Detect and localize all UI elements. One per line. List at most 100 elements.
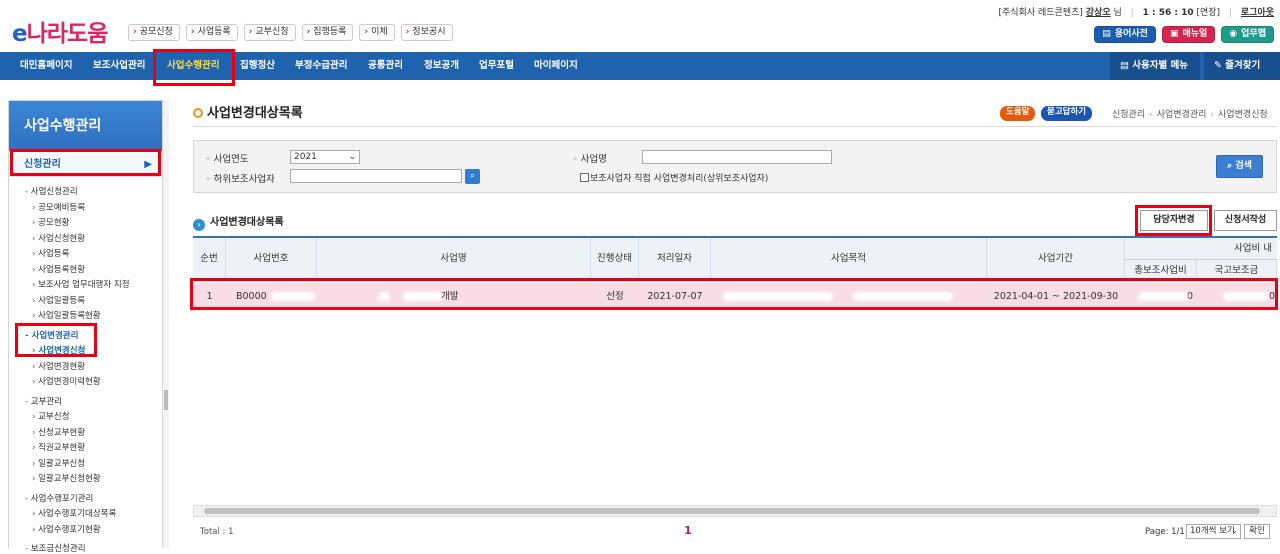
page-title: 사업변경대상목록 (193, 102, 303, 121)
tree-item[interactable]: 사업수행포기대상목록 (32, 507, 116, 519)
col-header-national[interactable]: 국고보조금 (1197, 260, 1277, 282)
lnb-title: 사업수행관리 (9, 101, 162, 151)
tree-item[interactable]: 사업일괄등록현황 (32, 309, 101, 321)
breadcrumb-item[interactable]: 사업변경신청 (1218, 110, 1268, 120)
tree-item[interactable]: 사업신청현황 (32, 232, 85, 244)
breadcrumb: 신청관리 › 사업변경관리 › 사업변경신청 (1112, 110, 1268, 120)
tree-item[interactable]: 일괄교부신청현황 (32, 472, 101, 484)
tree-item[interactable]: 공모현황 (32, 216, 69, 228)
list-title: › 사업변경대상목록 (193, 213, 284, 231)
gnb-business-execution[interactable]: 사업수행관리 (167, 52, 219, 80)
workmap-button[interactable]: ◉ 업무맵 (1221, 26, 1274, 43)
manual-button[interactable]: ▣ 매뉴얼 (1161, 26, 1216, 43)
gnb-subsidy-management[interactable]: 보조사업관리 (93, 52, 145, 80)
gnb-mypage[interactable]: 마이페이지 (534, 52, 578, 80)
write-application-button[interactable]: 신청서작성 (1214, 210, 1277, 231)
col-header-biz-name[interactable]: 사업명 (317, 238, 591, 282)
quick-link-transfer[interactable]: 이체 (359, 24, 395, 41)
tree-group[interactable]: 사업수행포기관리 (25, 492, 94, 504)
biz-name-label: 사업명 (572, 151, 607, 165)
enara-logo[interactable]: e나라도움 (12, 14, 108, 48)
lnb-section-apply[interactable]: 신청관리 ▶ (9, 153, 162, 177)
scroll-thumb[interactable] (164, 390, 168, 410)
quick-link-disclosure[interactable]: 정보공시 (400, 24, 453, 41)
top-header: e나라도움 공모신청 사업등록 교부신청 집행등록 이체 정보공시 [주식회사 … (0, 0, 1280, 52)
quick-link-apply[interactable]: 공모신청 (128, 24, 180, 41)
gnb-work-portal[interactable]: 업무포털 (479, 52, 514, 80)
per-page-select[interactable]: 10개씩 보기 ⌄ (1186, 524, 1241, 539)
user-menu-button[interactable]: ▤ 사용자별 메뉴 (1110, 52, 1200, 80)
left-nav: 사업수행관리 신청관리▶ 사업신청관리공모예비등록공모현황사업신청현황사업등록사… (8, 100, 163, 554)
search-icon[interactable]: ⌕ (465, 169, 480, 184)
col-header-total[interactable]: 총보조사업비 (1125, 260, 1197, 282)
sub-recipient-input[interactable] (290, 169, 462, 183)
location-icon: ◉ (1229, 29, 1238, 39)
total-count: Total : 1 (200, 527, 234, 537)
quick-link-register[interactable]: 사업등록 (185, 24, 238, 41)
col-header-purpose[interactable]: 사업목적 (711, 238, 987, 282)
data-grid: 순번 사업번호 사업명 진행상태 처리일자 사업목적 사업기간 사업비 내 총보… (193, 236, 1277, 504)
year-select[interactable]: 2021 ⌄ (290, 150, 360, 164)
user-suffix: 님 (1113, 8, 1122, 18)
menu-icon: ▤ (1120, 60, 1133, 71)
tree-group[interactable]: 사업신청관리 (25, 185, 78, 197)
checkbox[interactable] (580, 173, 589, 182)
gnb-fraud-management[interactable]: 부정수급관리 (295, 52, 347, 80)
cell-no: 1 (206, 291, 213, 302)
scroll-thumb[interactable] (204, 508, 1260, 514)
tree-group[interactable]: 교부관리 (25, 395, 62, 407)
tree-item[interactable]: 사업변경신청 (32, 344, 85, 356)
confirm-button[interactable]: 확인 (1244, 524, 1270, 539)
grid-horizontal-scrollbar[interactable] (193, 505, 1277, 517)
direct-change-checkbox[interactable]: 보조사업자 직접 사업변경처리(상위보조사업자) (580, 171, 768, 184)
tree-item[interactable]: 사업일괄등록 (32, 294, 85, 306)
col-header-period[interactable]: 사업기간 (987, 238, 1125, 282)
tree-item[interactable]: 사업변경현황 (32, 360, 85, 372)
tree-item[interactable]: 공모예비등록 (32, 201, 85, 213)
breadcrumb-item[interactable]: 신청관리 (1112, 110, 1145, 120)
cell-period: 2021-04-01 ~ 2021-09-30 (993, 291, 1119, 302)
lnb-scrollbar[interactable] (163, 100, 169, 548)
table-row[interactable]: 1 B0000 개발 선정 2021-07-07 2021-04-01 ~ 20… (193, 283, 1277, 310)
tree-item[interactable]: 교부신청 (32, 410, 69, 422)
col-header-date[interactable]: 처리일자 (639, 238, 711, 282)
year-label: 사업연도 (205, 151, 249, 165)
tree-item[interactable]: 보조사업 업무대행자 지정 (32, 278, 129, 290)
user-info: [주식회사 레드콘텐츠] 강상오 님 | 1 : 56 : 10 [연장] | … (998, 8, 1274, 18)
tree-item[interactable]: 신청교부현황 (32, 426, 85, 438)
tree-item[interactable]: 일괄교부신청 (32, 457, 85, 469)
col-header-status[interactable]: 진행상태 (591, 238, 639, 282)
session-timer: 1 : 56 : 10 (1142, 8, 1194, 18)
col-header-biz-no[interactable]: 사업번호 (226, 238, 317, 282)
gnb-disclosure[interactable]: 정보공개 (424, 52, 459, 80)
tree-group[interactable]: 보조금신청관리 (25, 542, 86, 554)
page-number[interactable]: 1 (684, 524, 692, 537)
manual-icon: ▣ (1169, 29, 1179, 39)
biz-name-input[interactable] (642, 150, 832, 164)
tree-item[interactable]: 사업변경이력현황 (32, 375, 101, 387)
logout-link[interactable]: 로그아웃 (1241, 8, 1274, 18)
dropdown-arrow-icon: ⌄ (348, 152, 356, 162)
tree-item[interactable]: 사업등록 (32, 247, 69, 259)
tree-item[interactable]: 사업등록현황 (32, 263, 85, 275)
breadcrumb-item[interactable]: 사업변경관리 (1157, 110, 1207, 120)
col-header-no[interactable]: 순번 (193, 238, 226, 282)
tree-item[interactable]: 사업수행포기현황 (32, 523, 101, 535)
extend-session-link[interactable]: [연장] (1196, 8, 1220, 18)
cell-date: 2021-07-07 (647, 291, 703, 302)
faq-button[interactable]: 묻고답하기 (1041, 106, 1093, 121)
glossary-button[interactable]: ▤ 용어사전 (1094, 26, 1156, 43)
chevron-right-icon: ▶ (144, 159, 152, 170)
help-button[interactable]: 도움말 (1000, 106, 1036, 121)
tree-group[interactable]: 사업변경관리 (25, 329, 79, 341)
favorites-button[interactable]: ✎ 즐겨찾기 (1204, 52, 1280, 80)
quick-link-grant[interactable]: 교부신청 (243, 24, 296, 41)
gnb-public-home[interactable]: 대민홈페이지 (20, 52, 72, 80)
cell-biz-name: 개발 (441, 291, 459, 302)
tree-item[interactable]: 직권교부현황 (32, 441, 85, 453)
quick-link-execution[interactable]: 집행등록 (301, 24, 354, 41)
search-button[interactable]: ⌕ 검색 (1216, 155, 1263, 178)
change-manager-button[interactable]: 담당자변경 (1140, 210, 1208, 231)
gnb-common[interactable]: 공통관리 (368, 52, 403, 80)
gnb-settlement[interactable]: 집행정산 (240, 52, 275, 80)
